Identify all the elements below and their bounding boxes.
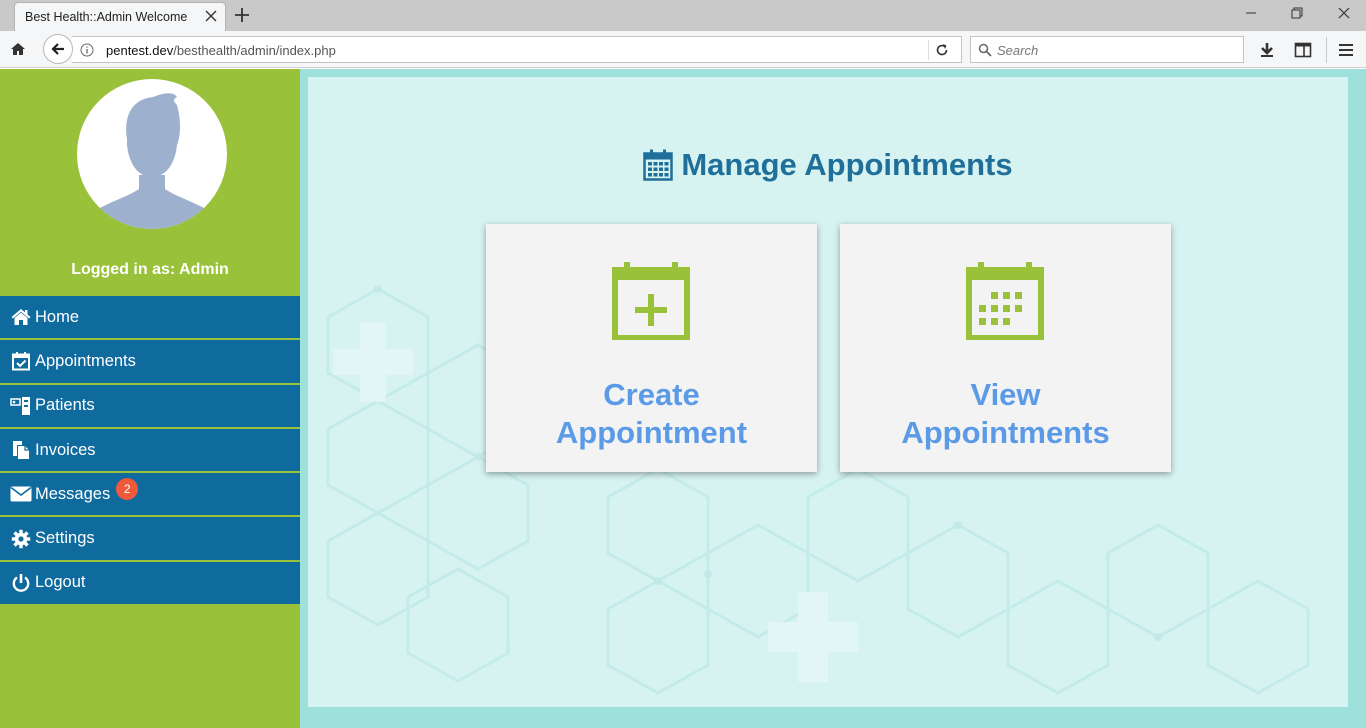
calendar-grid-icon <box>966 262 1044 340</box>
sidebar-item-appointments[interactable]: Appointments <box>0 340 300 385</box>
search-icon <box>978 43 992 57</box>
sidebar-item-patients[interactable]: Patients <box>0 384 300 429</box>
create-appointment-label: Create Appointment <box>486 376 817 452</box>
plus-icon[interactable] <box>233 6 251 24</box>
calendar-check-icon <box>10 351 32 371</box>
calendar-icon <box>643 149 674 181</box>
page-title: Manage Appointments <box>308 147 1348 183</box>
envelope-icon <box>10 484 32 504</box>
search-placeholder: Search <box>997 43 1039 58</box>
hamburger-menu-icon[interactable] <box>1337 41 1355 59</box>
gear-icon <box>10 529 32 549</box>
arrow-left-icon <box>51 43 64 55</box>
main-content: Manage Appointments Create Appointment V… <box>300 69 1366 728</box>
sidebar-toggle-icon[interactable] <box>1294 41 1312 59</box>
view-appointments-label: View Appointments <box>840 376 1171 452</box>
page: Logged in as: Admin Home Appointments Pa… <box>0 69 1366 728</box>
sidebar-item-settings[interactable]: Settings <box>0 517 300 562</box>
download-icon[interactable] <box>1258 41 1276 59</box>
sidebar-item-label: Logout <box>35 573 86 592</box>
url-text[interactable]: pentest.dev/besthealth/admin/index.php <box>106 43 336 58</box>
sidebar: Logged in as: Admin Home Appointments Pa… <box>0 69 300 728</box>
sidebar-item-label: Appointments <box>35 351 136 370</box>
card-label-line2: Appointment <box>555 415 748 450</box>
divider <box>1326 37 1327 63</box>
sidebar-item-label: Settings <box>35 529 95 548</box>
card-label-line1: View <box>970 377 1041 412</box>
view-appointments-card[interactable]: View Appointments <box>840 224 1171 472</box>
browser-tab[interactable]: Best Health::Admin Welcome <box>14 2 226 31</box>
browser-tabbar: Best Health::Admin Welcome <box>0 0 1366 31</box>
card-label-line1: Create <box>603 377 700 412</box>
sidebar-item-logout[interactable]: Logout <box>0 561 300 607</box>
search-bar[interactable]: Search <box>970 36 1244 63</box>
info-icon[interactable] <box>80 43 94 57</box>
home-icon[interactable] <box>10 41 26 57</box>
minimize-icon[interactable] <box>1244 6 1258 20</box>
tab-title: Best Health::Admin Welcome <box>25 10 188 24</box>
sidebar-item-label: Invoices <box>35 440 96 459</box>
sidebar-item-label: Patients <box>35 396 95 415</box>
home-icon <box>10 307 32 327</box>
back-button[interactable] <box>43 34 73 64</box>
divider <box>928 40 929 60</box>
window-close-icon[interactable] <box>1337 6 1351 20</box>
restore-icon[interactable] <box>1290 6 1304 20</box>
url-bar[interactable]: pentest.dev/besthealth/admin/index.php <box>72 36 962 63</box>
invoices-icon <box>10 440 32 460</box>
sidebar-item-invoices[interactable]: Invoices <box>0 428 300 474</box>
user-silhouette-icon <box>95 93 209 229</box>
reload-icon[interactable] <box>934 42 950 58</box>
browser-navbar: pentest.dev/besthealth/admin/index.php S… <box>0 31 1366 68</box>
close-icon[interactable] <box>203 8 219 24</box>
sidebar-item-label: Messages <box>35 484 111 503</box>
create-appointment-card[interactable]: Create Appointment <box>486 224 817 472</box>
card-label-line2: Appointments <box>901 415 1110 450</box>
content-panel: Manage Appointments Create Appointment V… <box>308 77 1348 707</box>
url-path: /besthealth/admin/index.php <box>173 43 336 58</box>
url-host: pentest.dev <box>106 43 174 58</box>
patients-icon <box>10 396 32 416</box>
sidebar-item-label: Home <box>35 307 80 326</box>
sidebar-item-home[interactable]: Home <box>0 296 300 341</box>
logged-in-label: Logged in as: Admin <box>71 261 229 278</box>
power-icon <box>10 573 32 593</box>
avatar <box>77 79 227 229</box>
message-count-badge: 2 <box>116 478 139 501</box>
sidebar-item-messages[interactable]: Messages 2 <box>0 473 300 518</box>
calendar-plus-icon <box>612 262 690 340</box>
page-title-text: Manage Appointments <box>681 147 1013 182</box>
sidebar-menu: Home Appointments Patients Invoices Mess… <box>0 296 300 607</box>
